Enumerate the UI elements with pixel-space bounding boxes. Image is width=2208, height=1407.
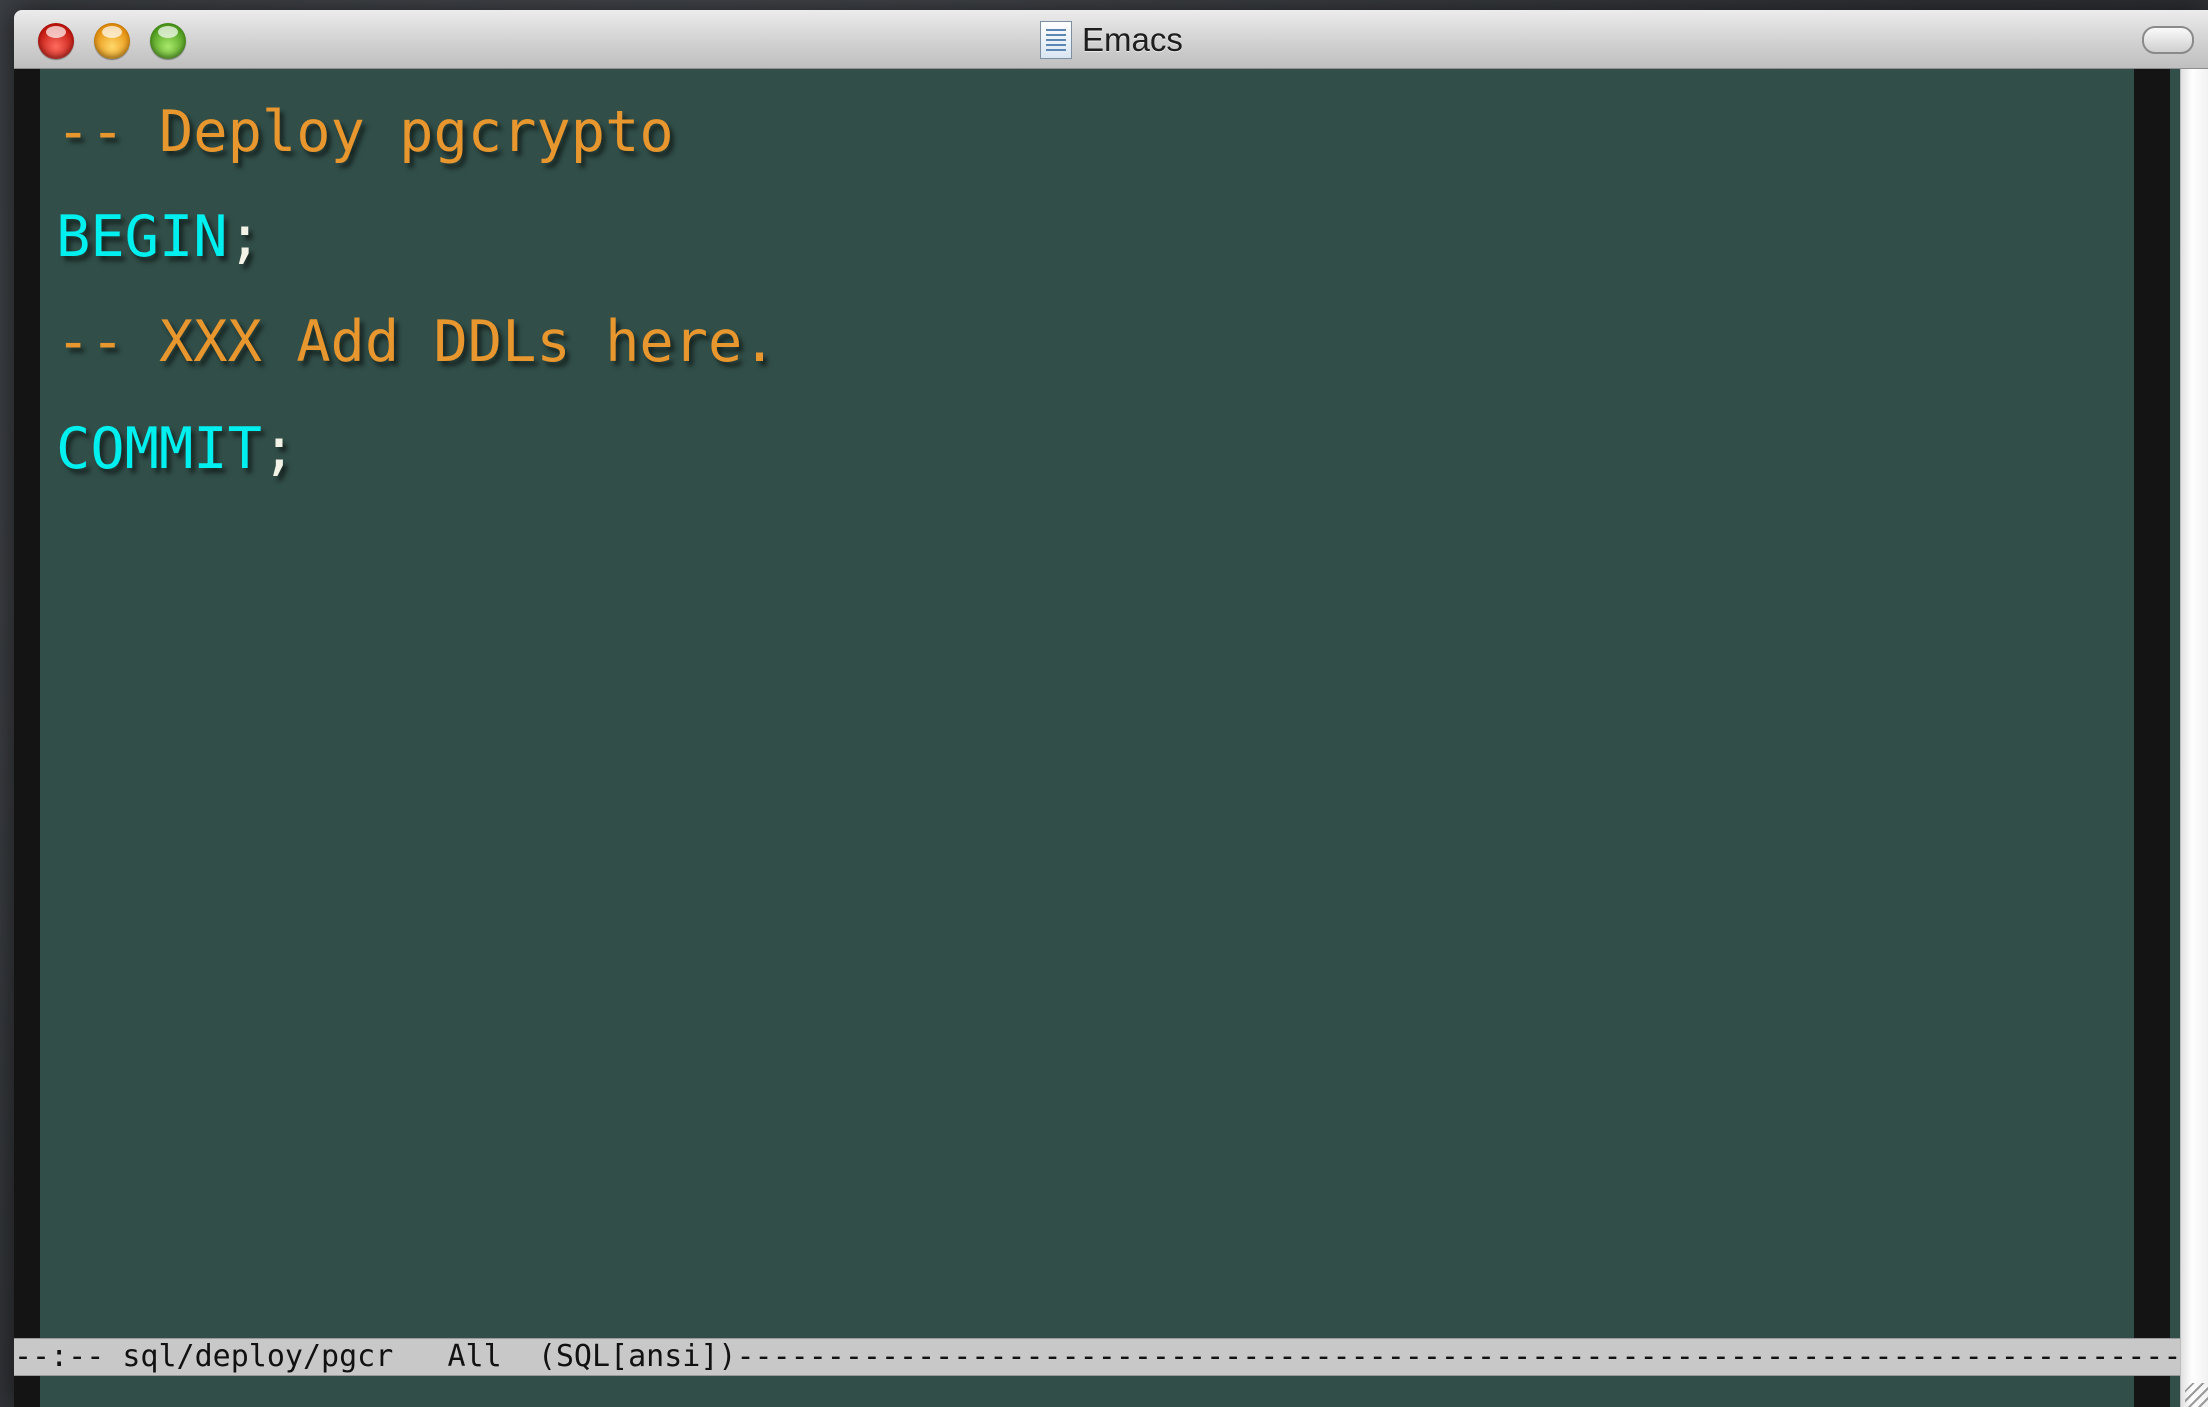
modeline-position: All <box>447 1339 502 1374</box>
editor-buffer[interactable]: -- Deploy pgcrypto BEGIN; -- XXX Add DDL… <box>40 69 2134 1347</box>
toolbar-toggle-button[interactable] <box>2142 26 2194 54</box>
minimize-button[interactable] <box>94 23 130 59</box>
modeline-filler: ----------------------------------------… <box>736 1339 2181 1374</box>
semicolon: ; <box>227 204 262 270</box>
modeline-status: --:-- <box>14 1339 105 1374</box>
title-bar[interactable]: Emacs <box>14 10 2208 69</box>
sql-keyword-begin: BEGIN <box>56 204 228 270</box>
close-button[interactable] <box>38 23 74 59</box>
document-icon <box>1040 21 1072 59</box>
sql-keyword-commit: COMMIT <box>56 416 262 482</box>
code-line-3: BEGIN; <box>56 202 262 272</box>
right-fringe <box>2134 69 2170 1407</box>
modeline-buffer-name[interactable]: sql/deploy/pgcr <box>122 1339 393 1374</box>
code-line-1: -- Deploy pgcrypto <box>56 97 674 167</box>
title-group: Emacs <box>1040 20 1183 60</box>
code-line-7: COMMIT; <box>56 414 296 484</box>
mode-line[interactable]: --:-- sql/deploy/pgcr All (SQL[ansi])---… <box>14 1338 2180 1376</box>
zoom-button[interactable] <box>150 23 186 59</box>
modeline-major-mode[interactable]: (SQL[ansi]) <box>538 1339 737 1374</box>
emacs-window: Emacs -- Deploy pgcrypto BEGIN; -- XXX A… <box>14 10 2208 1407</box>
resize-grip-icon[interactable] <box>2185 1383 2208 1407</box>
minibuffer[interactable] <box>40 1376 2134 1407</box>
sql-comment: -- Deploy pgcrypto <box>56 99 674 165</box>
vertical-scrollbar[interactable] <box>2180 69 2208 1407</box>
left-fringe <box>14 69 40 1407</box>
sql-comment: -- XXX Add DDLs here. <box>56 309 777 375</box>
code-line-5: -- XXX Add DDLs here. <box>56 307 777 377</box>
window-title: Emacs <box>1082 21 1183 58</box>
semicolon: ; <box>261 416 297 482</box>
